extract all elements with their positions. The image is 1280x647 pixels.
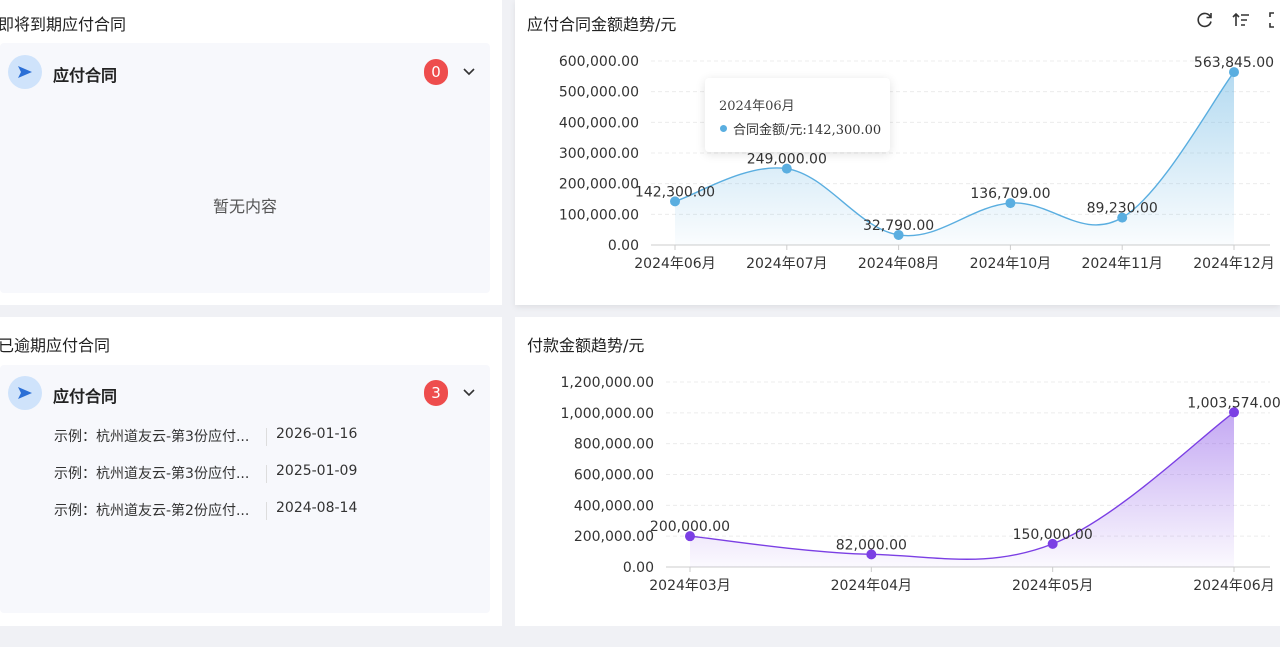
y-tick-label: 500,000.00: [559, 85, 639, 101]
overdue-group-header[interactable]: 应付合同 3: [0, 365, 490, 423]
send-icon: [8, 376, 42, 410]
y-tick-label: 800,000.00: [574, 437, 654, 453]
upcoming-count-badge: 0: [424, 59, 448, 85]
divider: [266, 428, 267, 446]
data-label: 563,845.00: [1194, 55, 1274, 71]
overdue-count-badge: 3: [424, 380, 448, 406]
y-tick-label: 600,000.00: [574, 468, 654, 484]
divider: [266, 465, 267, 483]
tooltip-period: 2024年06月: [719, 99, 795, 114]
send-icon: [8, 55, 42, 89]
y-tick-label: 400,000.00: [559, 115, 639, 131]
x-tick-label: 2024年06月: [634, 256, 715, 272]
y-tick-label: 100,000.00: [559, 207, 639, 223]
contract-trend-chart: 0.00 100,000.00 200,000.00 300,000.00 400,00…: [559, 54, 1275, 272]
x-tick-label: 2024年06月: [1193, 578, 1274, 594]
y-tick-label: 0.00: [623, 560, 654, 576]
x-tick-label: 2024年08月: [858, 256, 939, 272]
chart-tooltip: 2024年06月 合同金额/元:142,300.00: [705, 78, 890, 152]
contract-date: 2025-01-09: [276, 463, 358, 479]
x-tick-label: 2024年07月: [746, 256, 827, 272]
x-tick-label: 2024年05月: [1012, 578, 1093, 594]
chevron-down-icon[interactable]: [462, 65, 476, 79]
empty-text: 暂无内容: [212, 197, 277, 216]
contract-name: 示例：杭州道友云-第3份应付...: [54, 429, 250, 445]
upcoming-panel: 即将到期应付合同 应付合同 0 暂无内容: [0, 0, 502, 305]
divider: [266, 502, 267, 520]
series-area: [690, 412, 1234, 567]
contract-date: 2024-08-14: [276, 500, 358, 516]
y-tick-label: 1,200,000.00: [560, 375, 654, 391]
contract-name: 示例：杭州道友云-第3份应付...: [54, 466, 250, 482]
data-label: 142,300.00: [635, 184, 715, 200]
payment-trend-panel: 付款金额趋势/元 0.00 200,000.00 400,000.00 600,000…: [515, 317, 1280, 626]
data-label: 249,000.00: [747, 152, 827, 168]
x-tick-label: 2024年12月: [1193, 256, 1274, 272]
y-tick-label: 600,000.00: [559, 54, 639, 70]
overdue-panel: 已逾期应付合同 应付合同 3 示例：杭州道友云-第3份应付... 2026-01…: [0, 317, 502, 626]
contract-date: 2026-01-16: [276, 426, 358, 442]
y-tick-label: 0.00: [608, 238, 639, 254]
x-tick-label: 2024年04月: [831, 578, 912, 594]
y-tick-label: 300,000.00: [559, 146, 639, 162]
data-label: 89,230.00: [1087, 201, 1158, 217]
contract-trend-panel: 应付合同金额趋势/元 0.00 100,000.00 200,000.00 300,0…: [515, 0, 1280, 305]
data-label: 1,003,574.00: [1187, 395, 1280, 411]
overdue-title: 已逾期应付合同: [0, 336, 111, 355]
tooltip-value: 合同金额/元:142,300.00: [733, 123, 882, 138]
overdue-group: 应付合同 3 示例：杭州道友云-第3份应付... 2026-01-16 示例：杭…: [0, 365, 490, 613]
data-label: 150,000.00: [1013, 527, 1093, 543]
y-tick-label: 200,000.00: [559, 177, 639, 193]
payment-trend-chart: 0.00 200,000.00 400,000.00 600,000.00 800,00…: [560, 375, 1280, 594]
y-tick-label: 400,000.00: [574, 498, 654, 514]
upcoming-group: 应付合同 0 暂无内容: [0, 43, 490, 293]
chevron-down-icon[interactable]: [462, 386, 476, 400]
overdue-group-label: 应付合同: [53, 387, 118, 406]
y-tick-label: 200,000.00: [574, 529, 654, 545]
data-label: 200,000.00: [650, 519, 730, 535]
x-tick-label: 2024年11月: [1081, 256, 1162, 272]
x-tick-label: 2024年10月: [970, 256, 1051, 272]
contract-name: 示例：杭州道友云-第2份应付...: [54, 503, 250, 519]
data-label: 82,000.00: [836, 537, 907, 553]
y-tick-label: 1,000,000.00: [560, 406, 654, 422]
data-label: 32,790.00: [863, 218, 934, 234]
upcoming-group-label: 应付合同: [53, 66, 118, 85]
x-tick-label: 2024年03月: [649, 578, 730, 594]
upcoming-title: 即将到期应付合同: [0, 15, 127, 34]
upcoming-group-header[interactable]: 应付合同 0: [0, 43, 490, 101]
data-label: 136,709.00: [970, 186, 1050, 202]
tooltip-dot: [720, 125, 727, 132]
